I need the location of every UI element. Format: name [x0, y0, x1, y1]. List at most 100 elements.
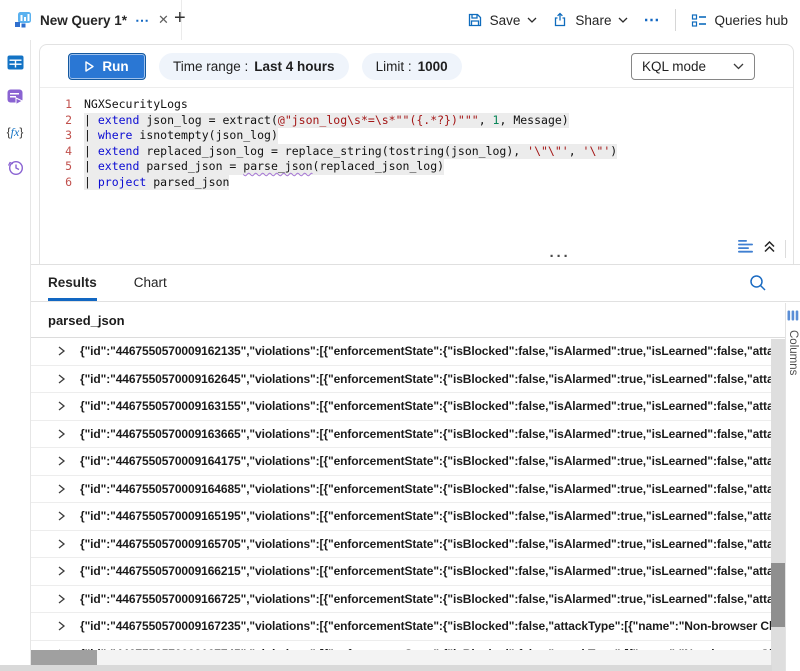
- columns-panel-label: Columns: [787, 330, 799, 375]
- line-number: 3: [50, 128, 72, 144]
- topbar-actions: Save Share ⋯: [467, 0, 788, 40]
- row-json-text: {"id":"4467550570009163665","violations"…: [80, 427, 771, 441]
- column-header-parsed-json[interactable]: parsed_json: [31, 303, 785, 338]
- table-row[interactable]: {"id":"4467550570009162645","violations"…: [31, 366, 771, 394]
- query-panel: Run Time range : Last 4 hours Limit : 10…: [39, 44, 794, 264]
- line-number: 5: [50, 159, 72, 175]
- chevron-down-icon: [733, 63, 744, 70]
- functions-icon: {fx}: [7, 125, 24, 140]
- splitter-drag-handle[interactable]: ···: [540, 248, 580, 265]
- collapse-editor-icon[interactable]: [763, 240, 776, 253]
- query-history-rail-button[interactable]: [0, 154, 30, 180]
- time-range-picker[interactable]: Time range : Last 4 hours: [159, 53, 349, 80]
- code-line: 3| where isnotempty(json_log): [50, 128, 793, 144]
- table-row[interactable]: {"id":"4467550570009163665","violations"…: [31, 421, 771, 449]
- limit-label: Limit :: [376, 59, 412, 74]
- results-grid: parsed_json {"id":"4467550570009162135",…: [31, 303, 785, 671]
- results-panel: Results Chart parsed_json {"id":"4467550…: [31, 265, 800, 671]
- line-number: 1: [50, 97, 72, 113]
- expand-row-icon[interactable]: [57, 429, 66, 439]
- columns-side-panel[interactable]: Columns: [785, 303, 800, 671]
- row-json-text: {"id":"4467550570009163155","violations"…: [80, 399, 771, 413]
- horizontal-scrollbar-thumb[interactable]: [31, 650, 97, 665]
- share-button[interactable]: Share: [552, 12, 628, 28]
- table-row[interactable]: {"id":"4467550570009165195","violations"…: [31, 503, 771, 531]
- divider: [675, 9, 676, 31]
- window-bottom-scroll-zone: [0, 665, 772, 671]
- tab-title: New Query 1*: [40, 13, 127, 28]
- saved-scripts-icon: [7, 89, 24, 105]
- connection-rail: {fx}: [0, 40, 31, 671]
- table-row[interactable]: {"id":"4467550570009165705","violations"…: [31, 531, 771, 559]
- new-tab-button[interactable]: +: [174, 7, 186, 30]
- code-line: 2| extend json_log = extract(@"json_log\…: [50, 113, 793, 129]
- table-row[interactable]: {"id":"4467550570009166215","violations"…: [31, 558, 771, 586]
- row-json-text: {"id":"4467550570009165195","violations"…: [80, 509, 771, 523]
- table-row[interactable]: {"id":"4467550570009167235","violations"…: [31, 613, 771, 641]
- save-button[interactable]: Save: [467, 12, 538, 28]
- expand-row-icon[interactable]: [57, 566, 66, 576]
- row-json-text: {"id":"4467550570009166725","violations"…: [80, 592, 771, 606]
- divider: [785, 240, 786, 258]
- time-range-value: Last 4 hours: [254, 59, 334, 74]
- expand-row-icon[interactable]: [57, 511, 66, 521]
- line-number: 6: [50, 175, 72, 191]
- table-row[interactable]: {"id":"4467550570009166725","violations"…: [31, 586, 771, 614]
- tables-icon: [7, 55, 24, 70]
- expand-row-icon[interactable]: [57, 374, 66, 384]
- line-number: 4: [50, 144, 72, 160]
- run-button[interactable]: Run: [68, 53, 146, 80]
- table-row[interactable]: {"id":"4467550570009162135","violations"…: [31, 338, 771, 366]
- code-line: 6| project parsed_json: [50, 175, 793, 191]
- row-json-text: {"id":"4467550570009167235","violations"…: [80, 619, 771, 633]
- row-json-text: {"id":"4467550570009162135","violations"…: [80, 344, 771, 358]
- code-line: 5| extend parsed_json = parse_json(repla…: [50, 159, 793, 175]
- grid-body: {"id":"4467550570009162135","violations"…: [31, 338, 771, 654]
- search-icon[interactable]: [749, 274, 767, 292]
- chevron-down-icon: [527, 17, 537, 23]
- save-label: Save: [490, 13, 521, 28]
- expand-row-icon[interactable]: [57, 346, 66, 356]
- horizontal-scrollbar[interactable]: [31, 650, 771, 665]
- tab-more-options-icon[interactable]: ⋯: [135, 15, 150, 25]
- tab-close-icon[interactable]: ✕: [158, 12, 169, 28]
- table-row[interactable]: {"id":"4467550570009164175","violations"…: [31, 448, 771, 476]
- vertical-scrollbar-thumb[interactable]: [771, 563, 785, 627]
- expand-row-icon[interactable]: [57, 539, 66, 549]
- saved-scripts-rail-button[interactable]: [0, 84, 30, 110]
- share-icon: [552, 12, 568, 28]
- chevron-down-icon: [618, 17, 628, 23]
- tables-rail-button[interactable]: [0, 49, 30, 75]
- row-json-text: {"id":"4467550570009162645","violations"…: [80, 372, 771, 386]
- functions-rail-button[interactable]: {fx}: [0, 119, 30, 145]
- more-options-icon[interactable]: ⋯: [643, 10, 660, 30]
- tab-new-query[interactable]: New Query 1* ⋯ ✕: [8, 0, 182, 40]
- vertical-scrollbar[interactable]: [771, 339, 785, 671]
- table-row[interactable]: {"id":"4467550570009164685","violations"…: [31, 476, 771, 504]
- expand-row-icon[interactable]: [57, 456, 66, 466]
- limit-picker[interactable]: Limit : 1000: [362, 53, 462, 80]
- expand-row-icon[interactable]: [57, 621, 66, 631]
- results-tabs-row: Results Chart: [31, 265, 800, 302]
- code-lines: 1NGXSecurityLogs2| extend json_log = ext…: [50, 97, 793, 190]
- queries-hub-button[interactable]: Queries hub: [691, 12, 788, 28]
- row-json-text: {"id":"4467550570009164175","violations"…: [80, 454, 771, 468]
- run-label: Run: [102, 59, 128, 74]
- table-row[interactable]: {"id":"4467550570009163155","violations"…: [31, 393, 771, 421]
- expand-row-icon[interactable]: [57, 594, 66, 604]
- tab-results[interactable]: Results: [48, 265, 97, 301]
- history-clock-icon: [7, 159, 24, 176]
- query-mode-select[interactable]: KQL mode: [631, 53, 755, 80]
- format-lines-icon[interactable]: [737, 240, 754, 253]
- queries-hub-label: Queries hub: [714, 13, 788, 28]
- query-toolbar: Run Time range : Last 4 hours Limit : 10…: [40, 45, 793, 88]
- tab-chart[interactable]: Chart: [134, 265, 167, 301]
- top-bar: New Query 1* ⋯ ✕ + Save: [0, 0, 800, 40]
- row-json-text: {"id":"4467550570009166215","violations"…: [80, 564, 771, 578]
- query-editor[interactable]: 1NGXSecurityLogs2| extend json_log = ext…: [40, 88, 793, 190]
- expand-row-icon[interactable]: [57, 401, 66, 411]
- limit-value: 1000: [418, 59, 448, 74]
- share-label: Share: [575, 13, 611, 28]
- save-icon: [467, 12, 483, 28]
- expand-row-icon[interactable]: [57, 484, 66, 494]
